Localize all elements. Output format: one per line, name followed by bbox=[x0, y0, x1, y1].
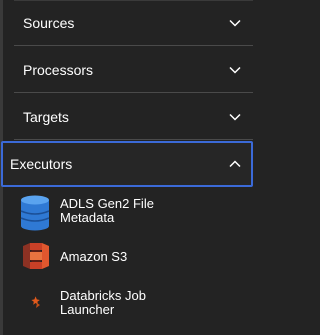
executor-name-line1: Databricks Job bbox=[60, 288, 146, 303]
section-sources-label: Sources bbox=[23, 15, 75, 31]
chevron-down-icon bbox=[229, 66, 241, 74]
section-processors-label: Processors bbox=[23, 62, 94, 78]
section-executors[interactable]: Executors bbox=[1, 141, 253, 187]
executor-item-databricks-job-launcher[interactable]: Databricks Job Launcher bbox=[20, 286, 250, 320]
databricks-spark-icon bbox=[31, 296, 40, 308]
executor-item-adls-gen2-file-metadata[interactable]: ADLS Gen2 File Metadata bbox=[20, 195, 250, 231]
chevron-up-icon bbox=[229, 160, 241, 168]
executor-item-amazon-s3[interactable]: Amazon S3 bbox=[20, 240, 250, 272]
stage-library-panel: Sources Processors Targets Executors ADL… bbox=[0, 0, 259, 335]
chevron-down-icon bbox=[229, 113, 241, 121]
chevron-down-icon bbox=[229, 19, 241, 27]
amazon-s3-icon bbox=[23, 243, 49, 269]
section-processors[interactable]: Processors bbox=[14, 47, 253, 93]
executor-name-line1: ADLS Gen2 File bbox=[60, 196, 154, 211]
section-executors-label: Executors bbox=[10, 156, 73, 172]
section-targets[interactable]: Targets bbox=[14, 94, 253, 140]
adls-database-icon bbox=[20, 195, 50, 231]
section-targets-label: Targets bbox=[23, 109, 69, 125]
executor-name-line2: Metadata bbox=[60, 210, 115, 225]
executor-name: Amazon S3 bbox=[60, 249, 128, 264]
executor-name-line2: Launcher bbox=[60, 302, 115, 317]
section-sources[interactable]: Sources bbox=[14, 0, 253, 46]
